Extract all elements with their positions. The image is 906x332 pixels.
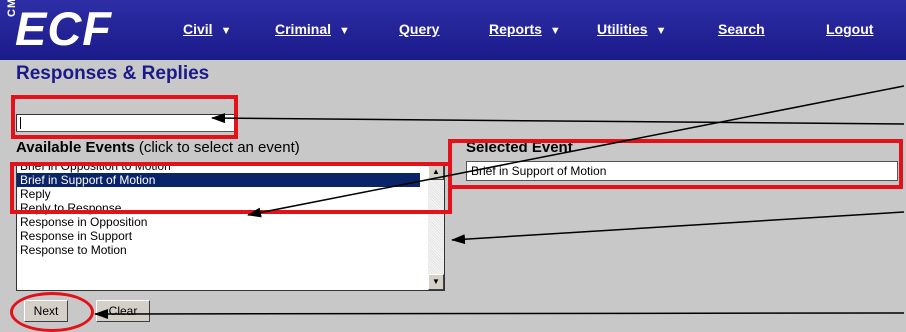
arrow-to-next-button	[94, 308, 905, 319]
arrow-to-events-list	[451, 211, 905, 245]
annotation-arrows	[94, 85, 905, 319]
arrow-to-selected-item	[247, 85, 905, 218]
arrow-to-search-input	[211, 113, 905, 125]
